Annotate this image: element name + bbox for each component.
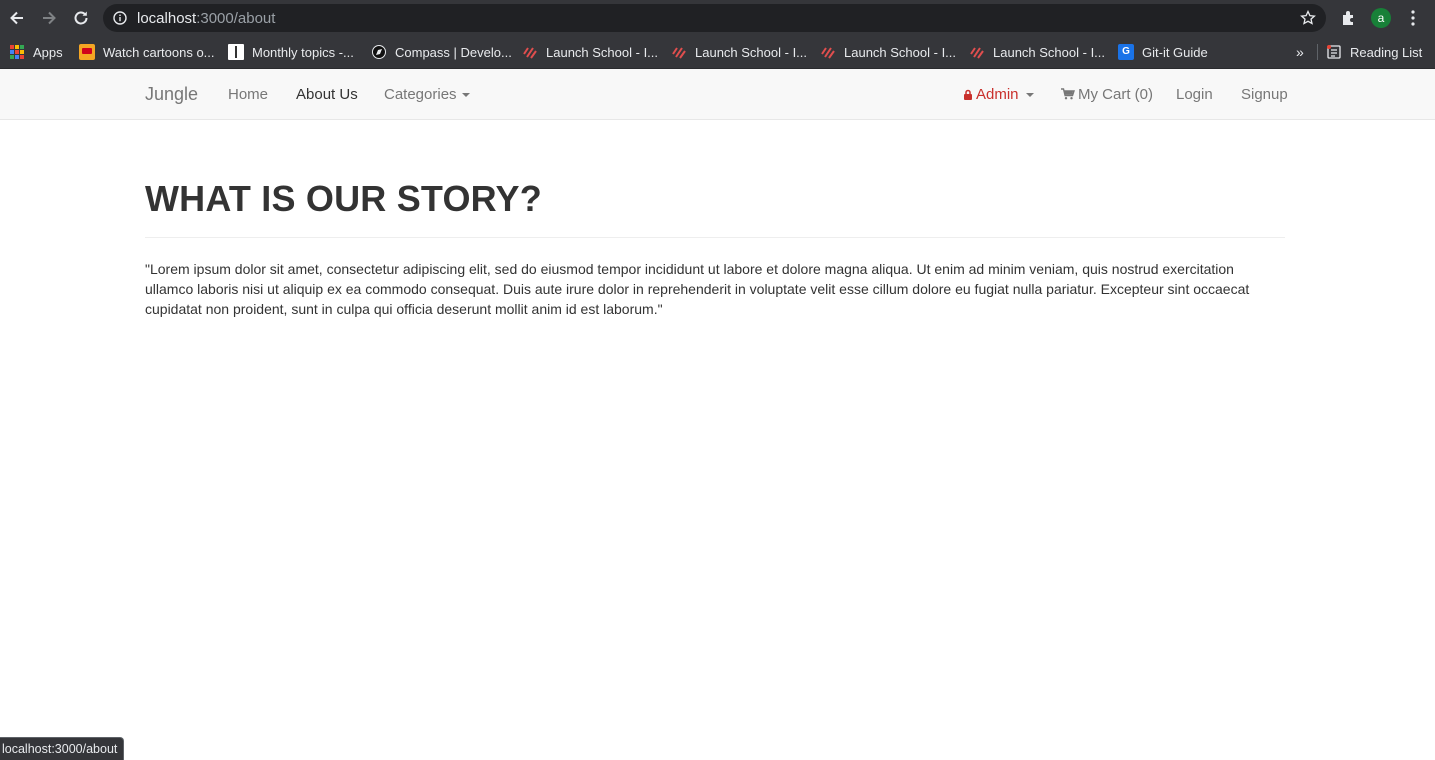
arrow-left-icon bbox=[10, 11, 23, 25]
bookmarks-bar: Apps Watch cartoons o... Monthly topics … bbox=[0, 36, 1435, 69]
reading-list-button[interactable]: Reading List bbox=[1326, 42, 1422, 62]
launch-school-favicon bbox=[523, 47, 537, 59]
bookmark-compass[interactable]: Compass | Develo... bbox=[371, 42, 512, 62]
caret-down-icon bbox=[1025, 93, 1034, 98]
launch-school-favicon bbox=[672, 47, 686, 59]
launch-school-favicon bbox=[970, 47, 984, 59]
nav-cart-link[interactable]: My Cart (0) bbox=[1061, 86, 1153, 103]
shopping-cart-icon bbox=[1061, 88, 1075, 100]
nav-home-link[interactable]: Home bbox=[228, 86, 268, 103]
bookmark-label: Apps bbox=[33, 44, 63, 60]
reload-icon bbox=[74, 11, 88, 25]
apps-grid-icon bbox=[9, 44, 25, 60]
bookmark-launch-school-3[interactable]: Launch School - I... bbox=[820, 42, 956, 62]
compass-favicon bbox=[372, 45, 386, 59]
url-text[interactable]: localhost:3000/about bbox=[137, 10, 275, 27]
categories-label: Categories bbox=[384, 86, 457, 103]
admin-label: Admin bbox=[976, 86, 1019, 103]
site-navbar: Jungle Home About Us Categories Admin My… bbox=[0, 69, 1435, 120]
cartoon-favicon bbox=[79, 44, 95, 60]
reading-list-icon bbox=[1327, 45, 1341, 59]
profile-avatar[interactable]: a bbox=[1371, 8, 1391, 28]
cart-label: My Cart (0) bbox=[1078, 86, 1153, 103]
bookmark-label: Launch School - I... bbox=[993, 44, 1106, 60]
doc-favicon bbox=[228, 44, 244, 60]
nav-login-link[interactable]: Login bbox=[1176, 86, 1213, 103]
brand-logo-link[interactable]: Jungle bbox=[145, 84, 198, 105]
bookmark-label: Compass | Develo... bbox=[395, 44, 512, 60]
story-paragraph: "Lorem ipsum dolor sit amet, consectetur… bbox=[145, 261, 1250, 317]
arrow-right-icon bbox=[43, 11, 56, 25]
nav-admin-dropdown[interactable]: Admin bbox=[963, 86, 1034, 103]
more-bookmarks-button[interactable]: » bbox=[1296, 42, 1304, 62]
bookmark-label: Git-it Guide bbox=[1142, 44, 1208, 60]
bookmark-label: Launch School - I... bbox=[695, 44, 808, 60]
nav-categories-dropdown[interactable]: Categories bbox=[384, 86, 470, 103]
page-title: WHAT IS OUR STORY? bbox=[145, 178, 542, 219]
bookmarks-divider bbox=[1317, 44, 1318, 60]
address-bar[interactable]: localhost:3000/about bbox=[103, 4, 1326, 32]
bookmark-label: Watch cartoons o... bbox=[103, 44, 215, 60]
info-icon[interactable] bbox=[113, 11, 127, 25]
lock-icon bbox=[964, 89, 972, 100]
caret-down-icon bbox=[461, 93, 470, 98]
url-path: :3000/about bbox=[196, 10, 276, 27]
title-divider bbox=[145, 237, 1285, 238]
more-menu-icon[interactable] bbox=[1405, 9, 1421, 27]
bookmark-monthly-topics[interactable]: Monthly topics -... bbox=[228, 42, 354, 62]
bookmark-launch-school-4[interactable]: Launch School - I... bbox=[969, 42, 1105, 62]
link-status-tooltip: localhost:3000/about bbox=[0, 737, 125, 760]
extensions-puzzle-icon[interactable] bbox=[1340, 9, 1358, 27]
browser-toolbar: localhost:3000/about a bbox=[0, 0, 1435, 36]
bookmark-cartoons[interactable]: Watch cartoons o... bbox=[79, 42, 215, 62]
bookmark-apps[interactable]: Apps bbox=[9, 42, 63, 62]
bookmark-star-icon[interactable] bbox=[1300, 10, 1316, 26]
bookmark-label: Launch School - I... bbox=[844, 44, 957, 60]
forward-button[interactable] bbox=[39, 8, 59, 28]
reload-button[interactable] bbox=[71, 8, 91, 28]
reading-list-label: Reading List bbox=[1350, 44, 1423, 60]
bookmark-launch-school-1[interactable]: Launch School - I... bbox=[522, 42, 658, 62]
nav-signup-link[interactable]: Signup bbox=[1241, 86, 1288, 103]
bookmark-label: Monthly topics -... bbox=[252, 44, 354, 60]
git-it-favicon: G bbox=[1118, 44, 1134, 60]
nav-about-link[interactable]: About Us bbox=[296, 86, 358, 103]
url-host: localhost bbox=[137, 10, 197, 27]
bookmark-launch-school-2[interactable]: Launch School - I... bbox=[671, 42, 807, 62]
bookmark-git-it-guide[interactable]: G Git-it Guide bbox=[1118, 42, 1208, 62]
bookmark-label: Launch School - I... bbox=[546, 44, 659, 60]
launch-school-favicon bbox=[821, 47, 835, 59]
back-button[interactable] bbox=[7, 8, 27, 28]
